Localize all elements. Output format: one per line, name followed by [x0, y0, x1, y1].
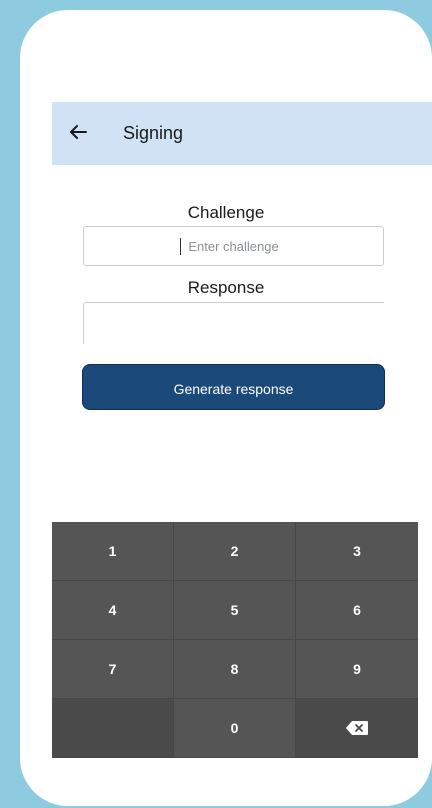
key-2[interactable]: 2 [174, 522, 296, 581]
generate-response-button[interactable]: Generate response [82, 364, 385, 410]
key-3[interactable]: 3 [296, 522, 418, 581]
key-7[interactable]: 7 [52, 640, 174, 699]
backspace-key[interactable] [296, 699, 418, 758]
phone-screen: Signing Challenge Response Generate resp… [20, 10, 432, 806]
challenge-field[interactable] [83, 226, 384, 266]
key-1[interactable]: 1 [52, 522, 174, 581]
challenge-label: Challenge [187, 203, 265, 222]
key-blank [52, 699, 174, 758]
numeric-keypad: 1 2 3 4 5 6 7 8 9 0 [52, 522, 418, 758]
response-input[interactable] [84, 303, 384, 344]
key-0[interactable]: 0 [174, 699, 296, 758]
text-cursor [180, 238, 181, 255]
key-6[interactable]: 6 [296, 581, 418, 640]
backspace-icon [346, 721, 368, 735]
response-label: Response [187, 278, 265, 297]
key-8[interactable]: 8 [174, 640, 296, 699]
arrow-left-icon[interactable] [66, 120, 90, 144]
page-title: Signing [123, 123, 184, 143]
response-field[interactable] [83, 302, 384, 344]
challenge-input[interactable] [84, 227, 383, 265]
key-5[interactable]: 5 [174, 581, 296, 640]
app-bar: Signing [52, 102, 432, 165]
key-9[interactable]: 9 [296, 640, 418, 699]
key-4[interactable]: 4 [52, 581, 174, 640]
